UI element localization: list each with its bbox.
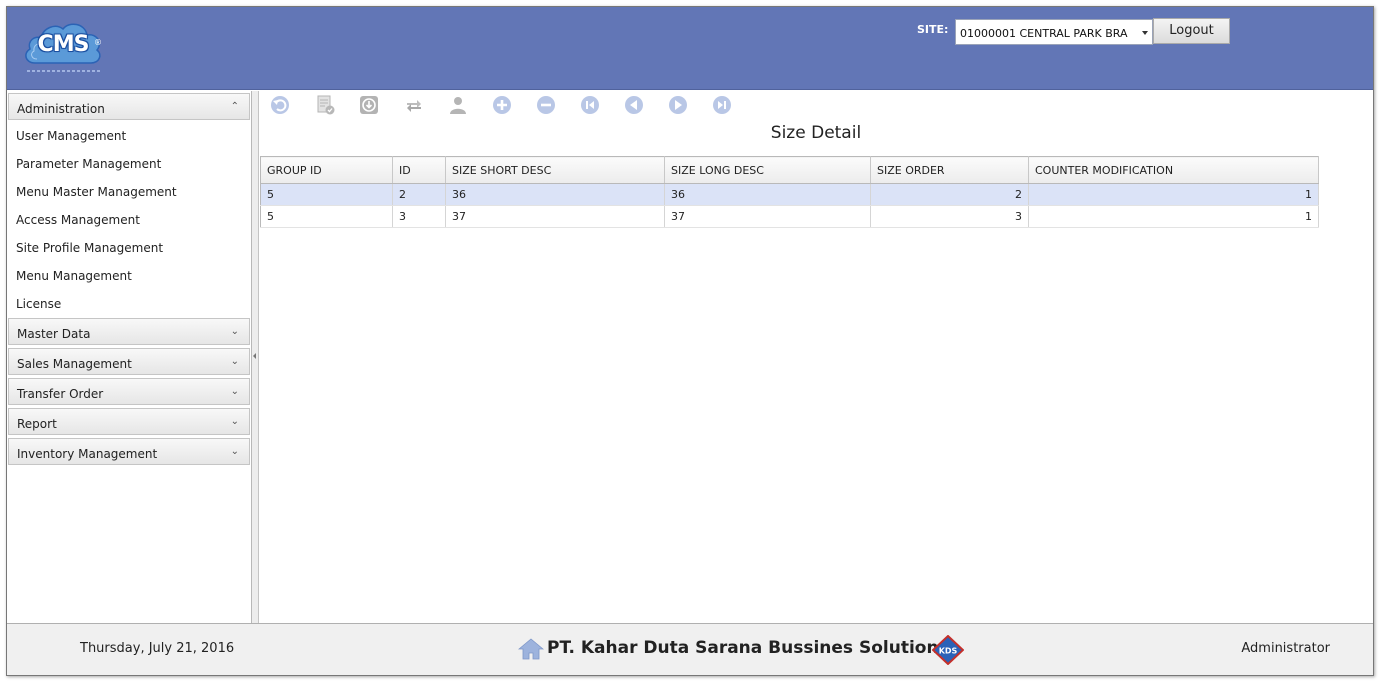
chevron-down-icon: ⌄ — [230, 416, 239, 427]
sidebar: Administration ⌃ User Management Paramet… — [7, 91, 252, 623]
user-icon[interactable] — [448, 95, 468, 115]
sidebar-section-master-data[interactable]: Master Data ⌄ — [8, 318, 250, 345]
chevron-down-icon: ⌄ — [230, 386, 239, 397]
column-header-id[interactable]: ID — [392, 156, 446, 184]
undo-icon[interactable] — [270, 95, 290, 115]
add-icon[interactable] — [492, 95, 512, 115]
column-header-size-long-desc[interactable]: SIZE LONG DESC — [664, 156, 871, 184]
sidebar-section-inventory-management[interactable]: Inventory Management ⌄ — [8, 438, 250, 465]
sidebar-item-license[interactable]: License — [16, 297, 61, 311]
home-icon[interactable] — [518, 637, 544, 661]
refresh-icon[interactable] — [404, 95, 424, 115]
cell-size-short-desc: 37 — [445, 205, 665, 228]
cell-group-id: 5 — [260, 205, 393, 228]
collapse-arrow-icon[interactable] — [253, 353, 256, 359]
sidebar-section-sales-management[interactable]: Sales Management ⌄ — [8, 348, 250, 375]
cell-size-long-desc: 36 — [664, 183, 871, 206]
footer-bar: Thursday, July 21, 2016 PT. Kahar Duta S… — [7, 623, 1373, 675]
logo-tagline-decoration — [27, 70, 101, 72]
chevron-down-icon: ⌄ — [230, 356, 239, 367]
sidebar-section-transfer-order[interactable]: Transfer Order ⌄ — [8, 378, 250, 405]
chevron-up-icon: ⌃ — [230, 101, 239, 112]
registered-icon: ® — [94, 38, 102, 47]
table-row[interactable]: 5 3 37 37 3 1 — [260, 205, 1319, 228]
cell-size-short-desc: 36 — [445, 183, 665, 206]
column-header-size-order[interactable]: SIZE ORDER — [870, 156, 1029, 184]
site-select-value: 01000001 CENTRAL PARK BRA — [960, 27, 1128, 40]
last-record-icon[interactable] — [712, 95, 732, 115]
chevron-down-icon: ⌄ — [230, 326, 239, 337]
column-header-group-id[interactable]: GROUP ID — [260, 156, 393, 184]
sidebar-item-menu-management[interactable]: Menu Management — [16, 269, 132, 283]
table-row[interactable]: 5 2 36 36 2 1 — [260, 183, 1319, 206]
cell-counter-modification: 1 — [1028, 183, 1319, 206]
sidebar-section-label: Master Data — [17, 327, 91, 341]
company-name: PT. Kahar Duta Sarana Bussines Solutions — [547, 638, 949, 658]
cell-size-order: 3 — [870, 205, 1029, 228]
approve-document-icon[interactable] — [315, 95, 335, 115]
sidebar-section-report[interactable]: Report ⌄ — [8, 408, 250, 435]
sidebar-item-site-profile-management[interactable]: Site Profile Management — [16, 241, 163, 255]
kds-logo: KDS — [932, 635, 964, 665]
sidebar-item-menu-master-management[interactable]: Menu Master Management — [16, 185, 177, 199]
site-select[interactable]: 01000001 CENTRAL PARK BRA — [955, 19, 1153, 45]
previous-record-icon[interactable] — [624, 95, 644, 115]
cell-group-id: 5 — [260, 183, 393, 206]
app-window: CMS ® SITE: 01000001 CENTRAL PARK BRA Lo… — [6, 6, 1374, 676]
column-header-size-short-desc[interactable]: SIZE SHORT DESC — [445, 156, 665, 184]
cell-size-order: 2 — [870, 183, 1029, 206]
cell-id: 3 — [392, 205, 446, 228]
cell-size-long-desc: 37 — [664, 205, 871, 228]
sidebar-item-parameter-management[interactable]: Parameter Management — [16, 157, 161, 171]
sidebar-section-label: Report — [17, 417, 57, 431]
sidebar-item-user-management[interactable]: User Management — [16, 129, 126, 143]
chevron-down-icon: ⌄ — [230, 446, 239, 457]
site-label: SITE: — [917, 23, 949, 36]
logo-text: CMS — [37, 32, 90, 57]
size-detail-table: GROUP ID ID SIZE SHORT DESC SIZE LONG DE… — [260, 156, 1319, 228]
cell-counter-modification: 1 — [1028, 205, 1319, 228]
sidebar-section-label: Sales Management — [17, 357, 132, 371]
remove-icon[interactable] — [536, 95, 556, 115]
sidebar-section-label: Administration — [17, 102, 105, 116]
sidebar-section-label: Transfer Order — [17, 387, 104, 401]
next-record-icon[interactable] — [668, 95, 688, 115]
cms-logo: CMS ® — [21, 19, 105, 77]
sidebar-section-label: Inventory Management — [17, 447, 158, 461]
column-header-counter-modification[interactable]: COUNTER MODIFICATION — [1028, 156, 1319, 184]
cell-id: 2 — [392, 183, 446, 206]
sidebar-section-administration[interactable]: Administration ⌃ — [8, 93, 250, 120]
table-header-row: GROUP ID ID SIZE SHORT DESC SIZE LONG DE… — [260, 156, 1319, 184]
sidebar-item-access-management[interactable]: Access Management — [16, 213, 140, 227]
logout-button[interactable]: Logout — [1153, 18, 1230, 44]
current-user: Administrator — [1241, 641, 1330, 656]
kds-logo-text: KDS — [939, 647, 958, 656]
header-bar: CMS ® SITE: 01000001 CENTRAL PARK BRA Lo… — [7, 7, 1373, 90]
sidebar-splitter[interactable] — [252, 91, 259, 623]
chevron-down-icon — [1142, 31, 1148, 35]
first-record-icon[interactable] — [580, 95, 600, 115]
download-icon[interactable] — [359, 95, 379, 115]
page-title: Size Detail — [770, 123, 862, 143]
record-toolbar — [259, 91, 759, 121]
current-date: Thursday, July 21, 2016 — [80, 641, 235, 656]
